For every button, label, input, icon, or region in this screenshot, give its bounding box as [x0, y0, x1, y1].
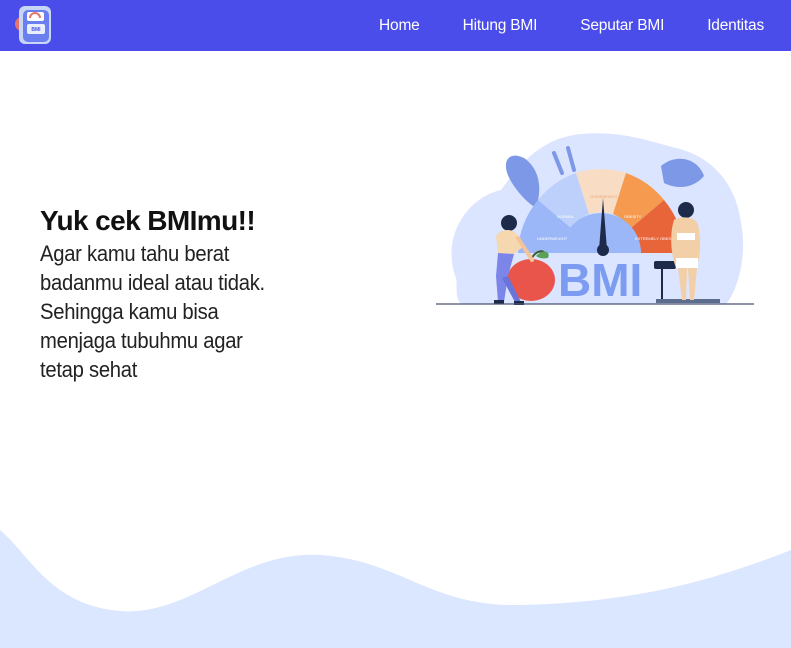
hero-title: Yuk cek BMImu!!: [40, 205, 256, 236]
svg-text:BMI: BMI: [31, 27, 41, 33]
bottom-wave: [0, 530, 791, 648]
gauge-label-obesity: OBESITY: [624, 214, 642, 219]
hero-text-block: Yuk cek BMImu!! Agar kamu tahu berat bad…: [40, 203, 340, 384]
gauge-label-normal: NORMAL: [557, 214, 575, 219]
gauge-label-underweight: UNDERWEIGHT: [537, 236, 568, 241]
bmi-big-text: BMI: [558, 254, 642, 306]
nav-menu: Home Hitung BMI Seputar BMI Identitas: [379, 0, 764, 51]
bmi-illustration: UNDERWEIGHT NORMAL OVERWEIGHT OBESITY EX…: [436, 133, 754, 306]
top-navbar: BMI Home Hitung BMI Seputar BMI Identita…: [0, 0, 791, 51]
bmi-scale-logo-icon[interactable]: BMI: [14, 2, 58, 46]
nav-identitas-link[interactable]: Identitas: [707, 17, 764, 35]
nav-hitung-bmi-link[interactable]: Hitung BMI: [463, 17, 538, 35]
gauge-label-overweight: OVERWEIGHT: [590, 194, 618, 199]
nav-seputar-bmi-link[interactable]: Seputar BMI: [580, 17, 664, 35]
nav-home-link[interactable]: Home: [379, 17, 420, 35]
hero-description: Agar kamu tahu berat badanmu ideal atau …: [40, 241, 265, 382]
